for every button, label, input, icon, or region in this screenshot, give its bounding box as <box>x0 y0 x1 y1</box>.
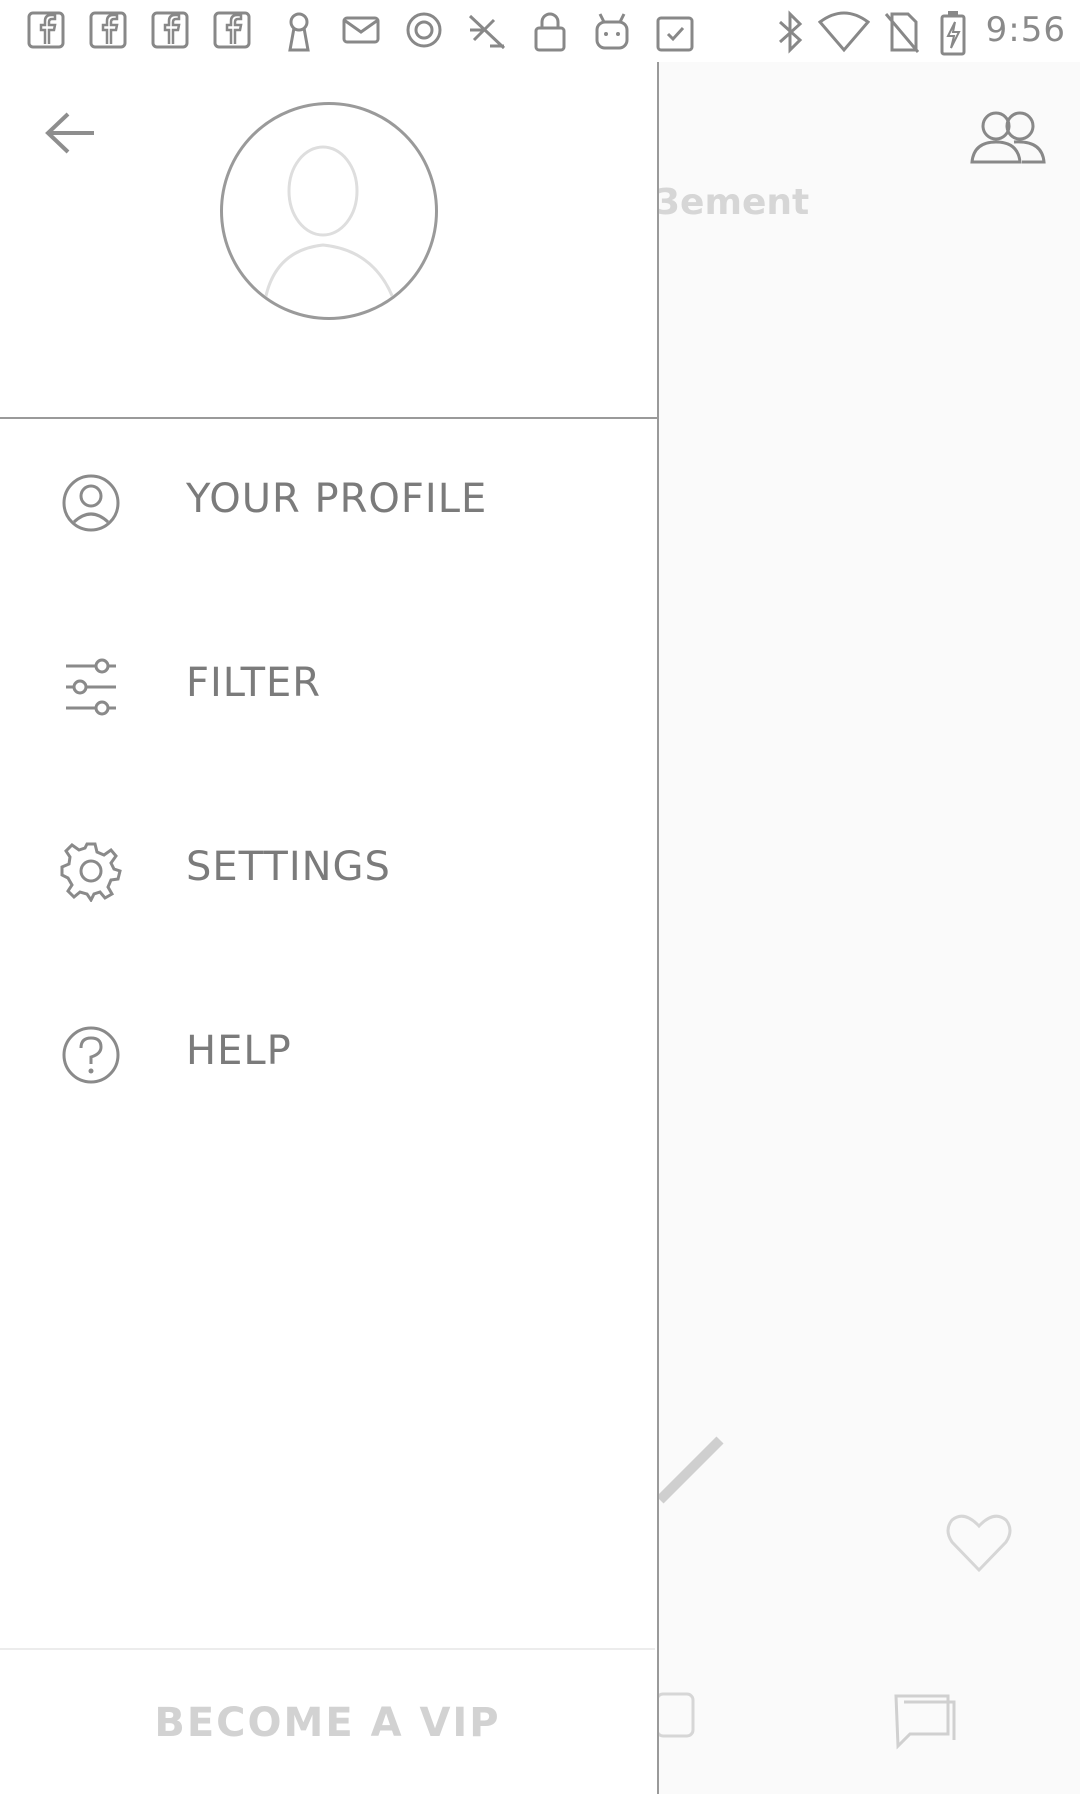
clipboard-icon <box>656 16 694 52</box>
menu-label: YOUR PROFILE <box>186 476 488 522</box>
menu-label: FILTER <box>186 660 322 706</box>
heart-icon[interactable] <box>944 1510 1014 1574</box>
menu-label: HELP <box>186 1028 292 1074</box>
drawer-header <box>0 62 657 419</box>
app-icon <box>468 14 506 50</box>
mail-icon <box>342 16 380 44</box>
become-vip-button[interactable]: BECOME A VIP <box>0 1700 655 1746</box>
facebook-icon <box>27 11 65 49</box>
gear-icon <box>60 842 122 902</box>
circle-icon <box>406 12 442 48</box>
facebook-icon <box>151 11 189 49</box>
facebook-icon <box>213 11 251 49</box>
default-avatar-icon <box>261 145 401 317</box>
bluetooth-icon <box>778 10 803 54</box>
background-partial-title: 3ement <box>655 182 810 223</box>
clock: 9:56 <box>985 10 1066 50</box>
navigation-drawer: YOUR PROFILE FILTER SETTINGS HELP <box>0 62 659 1794</box>
avatar[interactable] <box>220 102 438 320</box>
square-icon[interactable] <box>655 1690 699 1740</box>
help-icon <box>62 1026 120 1084</box>
battery-charging-icon <box>940 11 966 56</box>
facebook-icon <box>89 11 127 49</box>
menu-item-filter[interactable]: FILTER <box>0 614 657 754</box>
back-arrow-icon[interactable] <box>42 108 98 158</box>
wifi-icon <box>818 11 870 53</box>
background-app <box>655 62 1080 1794</box>
chat-icon[interactable] <box>890 1690 960 1754</box>
status-bar: 9:56 <box>0 0 1080 63</box>
people-icon[interactable] <box>968 108 1048 168</box>
user-icon <box>62 474 120 532</box>
edit-icon[interactable] <box>650 1430 730 1510</box>
lock-icon <box>534 12 566 52</box>
no-sim-icon <box>884 12 920 53</box>
keyhole-icon <box>288 12 310 52</box>
menu-label: SETTINGS <box>186 844 391 890</box>
android-icon <box>595 13 629 50</box>
sliders-icon <box>66 658 116 716</box>
menu-item-settings[interactable]: SETTINGS <box>0 798 657 938</box>
menu-item-help[interactable]: HELP <box>0 982 657 1122</box>
menu-item-your-profile[interactable]: YOUR PROFILE <box>0 430 657 570</box>
